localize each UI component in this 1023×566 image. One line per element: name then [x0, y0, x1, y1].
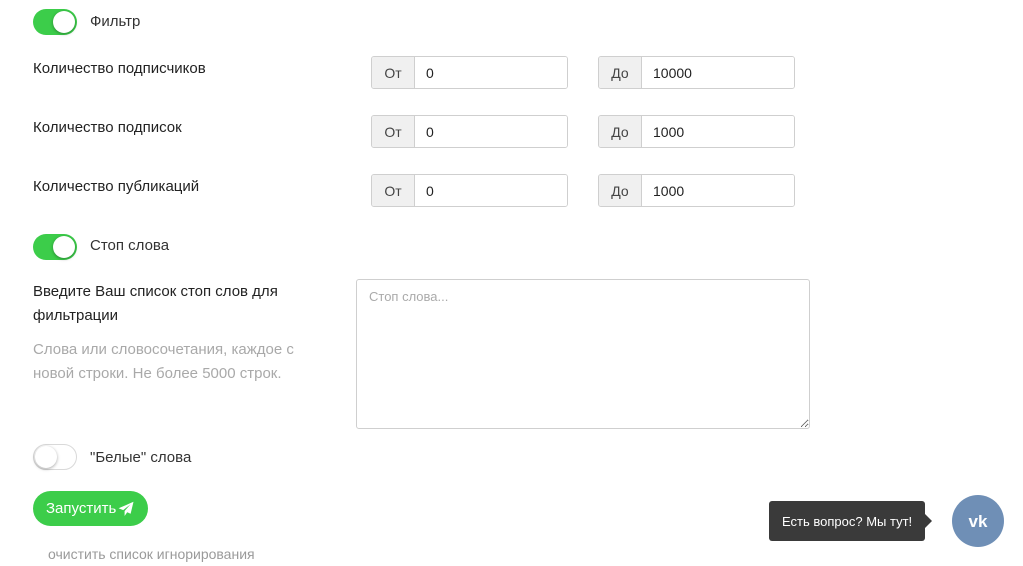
publications-to-group: До	[598, 174, 795, 207]
paper-plane-icon	[118, 501, 134, 516]
stopwords-title-line2: фильтрации	[33, 307, 119, 324]
vk-chat-button[interactable]: vk	[952, 495, 1004, 547]
followings-from-group: От	[371, 115, 568, 148]
publications-from-input[interactable]	[415, 175, 567, 206]
from-addon: От	[372, 116, 415, 147]
subscribers-to-group: До	[598, 56, 795, 89]
stopwords-toggle-label: Стоп слова	[90, 237, 170, 254]
toggle-knob	[53, 11, 75, 33]
toggle-knob	[35, 446, 57, 468]
filter-toggle[interactable]	[33, 9, 77, 35]
chat-tooltip: Есть вопрос? Мы тут!	[769, 501, 933, 541]
filter-toggle-label: Фильтр	[90, 13, 141, 30]
stopwords-textarea[interactable]	[356, 279, 810, 429]
svg-text:vk: vk	[969, 512, 988, 530]
whitewords-toggle[interactable]	[33, 444, 77, 470]
to-addon: До	[599, 175, 642, 206]
publications-to-input[interactable]	[642, 175, 794, 206]
to-addon: До	[599, 116, 642, 147]
followings-to-input[interactable]	[642, 116, 794, 147]
to-addon: До	[599, 57, 642, 88]
subscribers-to-input[interactable]	[642, 57, 794, 88]
stopwords-toggle[interactable]	[33, 234, 77, 260]
followings-to-group: До	[598, 115, 795, 148]
toggle-knob	[53, 236, 75, 258]
vk-icon: vk	[969, 512, 988, 530]
publications-label: Количество публикаций	[33, 178, 200, 195]
stopwords-hint-line2: новой строки. Не более 5000 строк.	[33, 365, 282, 382]
stopwords-title-line1: Введите Ваш список стоп слов для	[33, 283, 278, 300]
publications-from-group: От	[371, 174, 568, 207]
followings-from-input[interactable]	[415, 116, 567, 147]
stopwords-hint-line1: Слова или словосочетания, каждое с	[33, 341, 294, 358]
from-addon: От	[372, 57, 415, 88]
from-addon: От	[372, 175, 415, 206]
whitewords-toggle-label: "Белые" слова	[90, 449, 192, 466]
subscribers-from-input[interactable]	[415, 57, 567, 88]
clear-ignore-list-link[interactable]: очистить список игнорирования	[48, 546, 255, 562]
run-button[interactable]: Запустить	[33, 491, 149, 526]
followings-label: Количество подписок	[33, 119, 182, 136]
subscribers-from-group: От	[371, 56, 568, 89]
subscribers-label: Количество подписчиков	[33, 60, 206, 77]
run-button-label: Запустить	[46, 500, 117, 517]
